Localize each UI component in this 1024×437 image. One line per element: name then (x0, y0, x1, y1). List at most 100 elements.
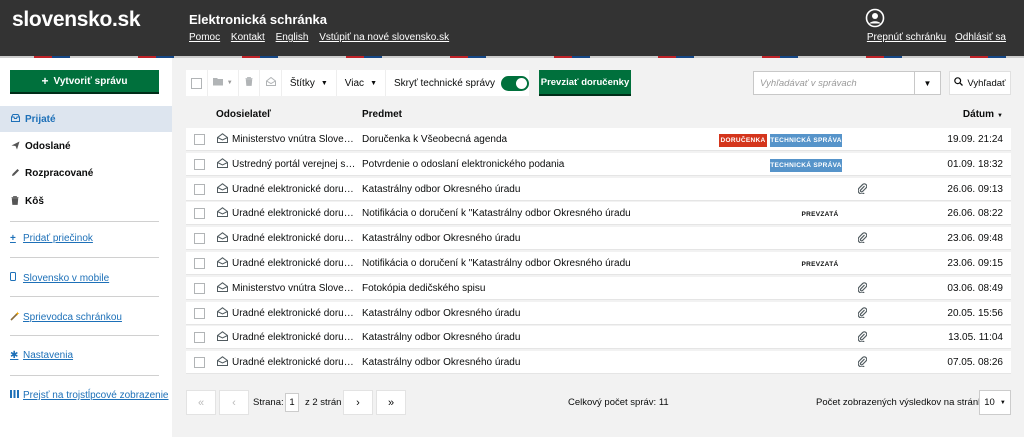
column-header-sender[interactable]: Odosielateľ (216, 109, 271, 120)
double-chevron-left-icon: « (197, 396, 205, 409)
tag-technical-message: TECHNICKÁ SPRÁVA (770, 158, 842, 172)
row-sender: Úradné elektronické doručovanie (232, 233, 356, 245)
sidebar-item-inbox[interactable]: Prijaté (0, 106, 172, 132)
next-page-button[interactable]: › (343, 390, 373, 415)
table-row[interactable]: Úradné elektronické doručovanie Katastrál… (186, 177, 1011, 201)
mark-read-button[interactable] (260, 70, 282, 96)
trash-icon (11, 195, 25, 207)
columns-icon (10, 390, 23, 401)
magic-wand-icon (10, 311, 23, 324)
row-sender: Ministerstvo vnútra Slovenskej republiky (232, 282, 356, 294)
create-message-button[interactable]: + Vytvoriť správu (10, 70, 159, 94)
row-checkbox[interactable] (194, 332, 205, 344)
search-button[interactable]: Vyhľadať (949, 71, 1011, 95)
page-number-input[interactable]: 1 (285, 393, 299, 412)
chevron-down-icon: ▼ (370, 79, 377, 87)
row-checkbox[interactable] (194, 258, 205, 269)
row-subject: Katastrálny odbor Okresného úradu (362, 332, 521, 344)
sidebar-item-drafts[interactable]: Rozpracované (0, 160, 172, 186)
sidebar-divider (10, 375, 159, 376)
chevron-down-icon: ▼ (923, 78, 932, 88)
hide-technical-toggle[interactable] (501, 75, 530, 91)
switch-box-link[interactable]: Prepnúť schránku (867, 32, 946, 43)
envelope-open-icon (265, 76, 276, 89)
sidebar-item-label: Rozpracované (25, 167, 94, 179)
three-column-view-link[interactable]: Prejsť na trojstĺpcové zobrazenie (10, 390, 169, 401)
paperclip-icon (857, 182, 868, 195)
hide-technical-label: Skryť technické správy (394, 77, 496, 89)
row-date: 01.09. 18:32 (947, 158, 1003, 170)
search-input[interactable]: Vyhľadávať v správach (753, 71, 915, 95)
row-checkbox[interactable] (194, 208, 205, 220)
row-checkbox[interactable] (194, 357, 205, 369)
three-column-view-label: Prejsť na trojstĺpcové zobrazenie (23, 390, 169, 401)
nav-link-help[interactable]: Pomoc (189, 32, 220, 43)
row-date: 23.06. 09:15 (947, 258, 1003, 269)
table-row[interactable]: Úradné elektronické doručovanie Katastrál… (186, 301, 1011, 325)
row-checkbox[interactable] (194, 233, 205, 245)
envelope-icon (217, 281, 228, 292)
results-per-page-select[interactable]: 10 ▼ (979, 390, 1011, 415)
create-message-label: Vytvoriť správu (53, 75, 128, 87)
labels-dropdown-label: Štítky (289, 77, 315, 89)
logout-link[interactable]: Odhlásiť sa (955, 32, 1006, 43)
nav-link-english[interactable]: English (276, 32, 309, 43)
header-account-nav: Prepnúť schránku Odhlásiť sa (861, 32, 1006, 43)
more-dropdown-label: Viac (344, 77, 365, 89)
first-page-button[interactable]: « (186, 390, 216, 415)
row-checkbox[interactable] (194, 158, 205, 170)
row-date: 03.06. 08:49 (947, 282, 1003, 294)
row-checkbox[interactable] (194, 282, 205, 294)
accept-receipts-button[interactable]: Prevziať doručenky (539, 70, 631, 96)
select-all-checkbox[interactable] (190, 77, 202, 89)
table-row[interactable]: Úradné elektronické doručovanie Katastrál… (186, 351, 1011, 375)
nav-link-new-portal[interactable]: Vstúpiť na nové slovensko.sk (319, 32, 449, 43)
results-per-page-value: 10 (984, 397, 995, 408)
move-folder-button[interactable]: ▼ (208, 70, 239, 96)
envelope-icon (217, 331, 228, 342)
row-date: 07.05. 08:26 (947, 357, 1003, 369)
hide-technical-toggle-group: Skryť technické správy (386, 70, 530, 96)
sidebar-item-sent[interactable]: Odoslané (0, 133, 172, 159)
search-options-dropdown[interactable]: ▼ (915, 71, 941, 95)
add-folder-link[interactable]: + Pridať priečinok (10, 233, 93, 244)
trash-icon (245, 77, 253, 89)
delete-button[interactable] (239, 70, 261, 96)
sidebar-item-trash[interactable]: Kôš (0, 188, 172, 214)
user-icon[interactable] (865, 8, 885, 28)
row-date: 13.05. 11:04 (948, 332, 1003, 344)
table-row[interactable]: Úradné elektronické doručovanie Notifikác… (186, 252, 1011, 275)
guide-link[interactable]: Sprievodca schránkou (10, 311, 122, 324)
nav-link-contact[interactable]: Kontakt (231, 32, 265, 43)
select-all-checkbox-cell[interactable] (186, 70, 208, 96)
row-sender: Úradné elektronické doručovanie (232, 258, 356, 269)
row-checkbox[interactable] (194, 307, 205, 319)
chevron-down-icon: ▼ (226, 80, 233, 86)
table-row[interactable]: Ústredný portál verejnej správy Potvrdeni… (186, 152, 1011, 176)
prev-page-button[interactable]: ‹ (219, 390, 249, 415)
tag-delivery-receipt: DORUČENKA (719, 134, 767, 147)
table-row[interactable]: Ministerstvo vnútra Slovenskej republiky… (186, 128, 1011, 151)
settings-link[interactable]: ✱ Nastavenia (10, 350, 73, 361)
settings-label: Nastavenia (23, 350, 74, 361)
sidebar-item-label: Odoslané (25, 140, 71, 152)
table-row[interactable]: Ministerstvo vnútra Slovenskej republiky… (186, 276, 1011, 300)
row-checkbox[interactable] (194, 183, 205, 195)
page-count-label: z 2 strán (305, 397, 342, 408)
pencil-icon (11, 168, 25, 179)
last-page-button[interactable]: » (376, 390, 406, 415)
table-row[interactable]: Úradné elektronické doručovanie Notifikác… (186, 202, 1011, 226)
mobile-link[interactable]: Slovensko v mobile (10, 272, 109, 284)
envelope-icon (217, 257, 228, 267)
more-dropdown[interactable]: Viac ▼ (337, 70, 386, 96)
row-sender: Úradné elektronické doručovanie (232, 183, 356, 195)
row-checkbox[interactable] (194, 134, 205, 145)
column-header-subject[interactable]: Predmet (362, 109, 402, 120)
site-logo[interactable]: slovensko.sk (12, 8, 141, 32)
labels-dropdown[interactable]: Štítky ▼ (282, 70, 337, 96)
table-row[interactable]: Úradné elektronické doručovanie Katastrál… (186, 227, 1011, 251)
results-per-page-label: Počet zobrazených výsledkov na stránku: (816, 397, 991, 408)
table-row[interactable]: Úradné elektronické doručovanie Katastrál… (186, 326, 1011, 350)
column-header-date[interactable]: Dátum ▼ (963, 109, 1003, 120)
mobile-label: Slovensko v mobile (23, 272, 110, 284)
